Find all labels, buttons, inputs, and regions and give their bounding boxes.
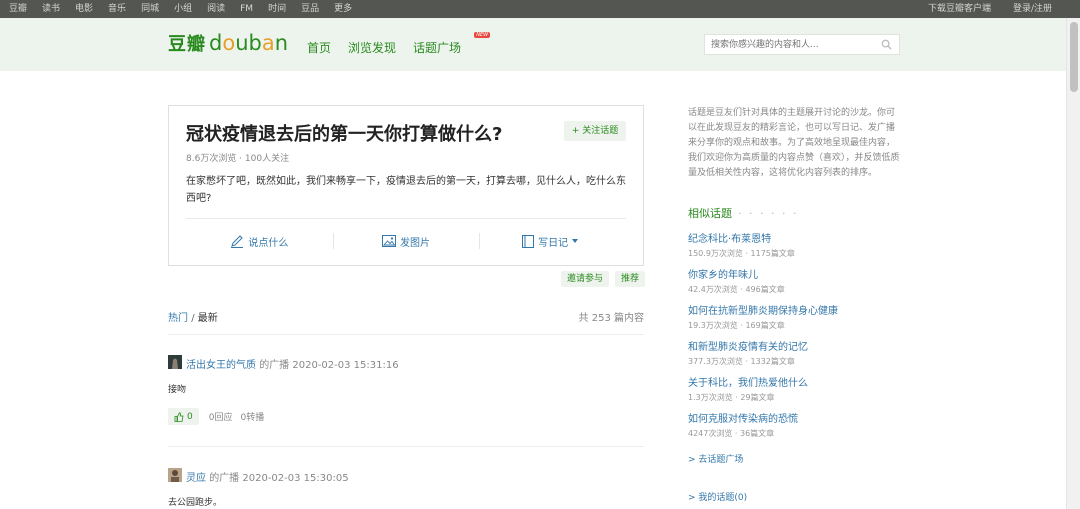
sort-bar: 热门 / 最新 共 253 篇内容 [168, 309, 644, 324]
avatar[interactable] [168, 355, 182, 369]
post-image-button[interactable]: 发图片 [332, 230, 480, 252]
global-nav-group[interactable]: 小组 [174, 0, 192, 18]
global-nav-douban[interactable]: 豆瓣 [9, 0, 27, 18]
related-topics-heading: 相似话题 · · · · · · [688, 207, 799, 220]
sort-hot[interactable]: 热门 [168, 313, 188, 324]
post-time: 的广播 2020-02-03 15:31:16 [259, 360, 399, 371]
reshare-count[interactable]: 0转播 [240, 410, 264, 423]
related-topic: 和新型肺炎疫情有关的记忆 377.3万次浏览 · 1332篇文章 [688, 338, 908, 367]
related-topic-title[interactable]: 如何在抗新型肺炎期保持身心健康 [688, 302, 908, 317]
divider [186, 218, 626, 219]
related-topic: 关于科比，我们热爱他什么 1.3万次浏览 · 29篇文章 [688, 374, 908, 403]
topic-title: 冠状疫情退去后的第一天你打算做什么? [186, 124, 503, 145]
related-topic-title[interactable]: 纪念科比·布莱恩特 [688, 230, 908, 245]
related-topic-stats: 42.4万次浏览 · 496篇文章 [688, 285, 785, 294]
global-nav: 豆瓣 读书 电影 音乐 同城 小组 阅读 FM 时间 豆品 更多 下载豆瓣客户端… [0, 0, 1080, 18]
site-header [0, 18, 1080, 71]
related-topic-stats: 19.3万次浏览 · 169篇文章 [688, 321, 785, 330]
post-author[interactable]: 活出女王的气质 [186, 360, 256, 371]
scrollbar[interactable] [1066, 18, 1080, 509]
new-badge: NEW [474, 32, 491, 38]
divider [168, 334, 644, 335]
global-nav-movie[interactable]: 电影 [75, 0, 93, 18]
pencil-icon [231, 234, 244, 248]
image-icon [382, 235, 396, 247]
login-register-link[interactable]: 登录/注册 [1013, 0, 1052, 18]
post-meta: 灵应 的广播 2020-02-03 15:30:05 [186, 469, 349, 484]
global-nav-market[interactable]: 豆品 [301, 0, 319, 18]
related-topic: 你家乡的年味儿 42.4万次浏览 · 496篇文章 [688, 266, 908, 295]
global-nav-links: 豆瓣 读书 电影 音乐 同城 小组 阅读 FM 时间 豆品 更多 [9, 0, 367, 18]
say-something-button[interactable]: 说点什么 [186, 230, 333, 252]
topic-actions: 说点什么 发图片 写日记 [186, 230, 626, 252]
related-topic: 纪念科比·布莱恩特 150.9万次浏览 · 1175篇文章 [688, 230, 908, 259]
sort-separator: / [191, 313, 195, 324]
main-nav: 首页 浏览发现 话题广场 NEW [307, 32, 495, 56]
topic-stats: 8.6万次浏览 · 100人关注 [186, 154, 290, 164]
global-nav-book[interactable]: 读书 [42, 0, 60, 18]
post-body: 去公园跑步。 [168, 498, 223, 508]
related-topic-stats: 4247次浏览 · 36篇文章 [688, 429, 775, 438]
related-topic-title[interactable]: 你家乡的年味儿 [688, 266, 908, 281]
post-time: 的广播 2020-02-03 15:30:05 [209, 473, 349, 484]
post-author[interactable]: 灵应 [186, 473, 206, 484]
nav-topic-square[interactable]: 话题广场 NEW [413, 32, 491, 56]
logo-en: douban [209, 31, 289, 55]
global-nav-fm[interactable]: FM [240, 0, 253, 18]
related-topic-stats: 150.9万次浏览 · 1175篇文章 [688, 249, 795, 258]
nav-explore[interactable]: 浏览发现 [348, 39, 396, 56]
douban-logo[interactable]: 豆瓣 douban [168, 30, 288, 56]
search-box [704, 34, 900, 55]
invite-button[interactable]: 邀请参与 [561, 271, 610, 287]
post-image-label: 发图片 [400, 237, 430, 249]
related-topic: 如何克服对传染病的恐慌 4247次浏览 · 36篇文章 [688, 410, 908, 439]
topic-tag-buttons: 邀请参与 推荐 [555, 271, 646, 287]
global-nav-music[interactable]: 音乐 [108, 0, 126, 18]
like-button[interactable]: 0 [168, 408, 199, 425]
sort-latest[interactable]: 最新 [198, 313, 218, 324]
download-app-link[interactable]: 下载豆瓣客户端 [928, 0, 991, 18]
global-nav-account: 下载豆瓣客户端 登录/注册 [906, 0, 1052, 18]
write-diary-label: 写日记 [538, 237, 569, 249]
global-nav-local[interactable]: 同城 [141, 0, 159, 18]
related-topic: 如何在抗新型肺炎期保持身心健康 19.3万次浏览 · 169篇文章 [688, 302, 908, 331]
follow-topic-button[interactable]: + 关注话题 [564, 121, 626, 141]
total-count: 共 253 篇内容 [578, 313, 644, 324]
say-something-label: 说点什么 [248, 237, 289, 249]
avatar[interactable] [168, 468, 182, 482]
related-topic-title[interactable]: 如何克服对传染病的恐慌 [688, 410, 908, 425]
book-icon [522, 234, 535, 248]
thumbs-up-icon [174, 411, 184, 422]
search-input[interactable] [705, 35, 875, 54]
post-footer: 0 0回应 0转播 [168, 408, 272, 425]
divider [168, 446, 644, 447]
recommend-button[interactable]: 推荐 [615, 271, 646, 287]
scrollbar-thumb[interactable] [1070, 22, 1078, 92]
related-topic-title[interactable]: 和新型肺炎疫情有关的记忆 [688, 338, 908, 353]
logo-cn: 豆瓣 [168, 34, 206, 55]
search-icon[interactable] [881, 39, 892, 50]
global-nav-more[interactable]: 更多 [334, 0, 352, 18]
reply-count[interactable]: 0回应 [209, 410, 233, 423]
topic-card: 冠状疫情退去后的第一天你打算做什么? + 关注话题 8.6万次浏览 · 100人… [168, 105, 644, 266]
go-topic-square-link[interactable]: > 去话题广场 [688, 452, 743, 465]
related-topic-stats: 1.3万次浏览 · 29篇文章 [688, 393, 775, 402]
related-topic-stats: 377.3万次浏览 · 1332篇文章 [688, 357, 795, 366]
write-diary-button[interactable]: 写日记 [479, 230, 626, 252]
related-topic-title[interactable]: 关于科比，我们热爱他什么 [688, 374, 908, 389]
global-nav-read[interactable]: 阅读 [207, 0, 225, 18]
post-body: 接吻 [168, 385, 187, 395]
my-topics-link[interactable]: > 我的话题(0) [688, 490, 747, 503]
global-nav-time[interactable]: 时间 [268, 0, 286, 18]
topic-intro-text: 话题是豆友们针对具体的主题展开讨论的沙龙。你可以在此发现豆友的精彩言论，也可以写… [688, 108, 900, 178]
caret-down-icon[interactable] [571, 238, 579, 244]
post-meta: 活出女王的气质 的广播 2020-02-03 15:31:16 [186, 356, 399, 371]
like-count: 0 [187, 411, 193, 422]
nav-home[interactable]: 首页 [307, 39, 331, 56]
topic-description: 在家憋坏了吧，既然如此，我们来畅享一下，疫情退去后的第一天，打算去哪，见什么人，… [186, 176, 626, 204]
